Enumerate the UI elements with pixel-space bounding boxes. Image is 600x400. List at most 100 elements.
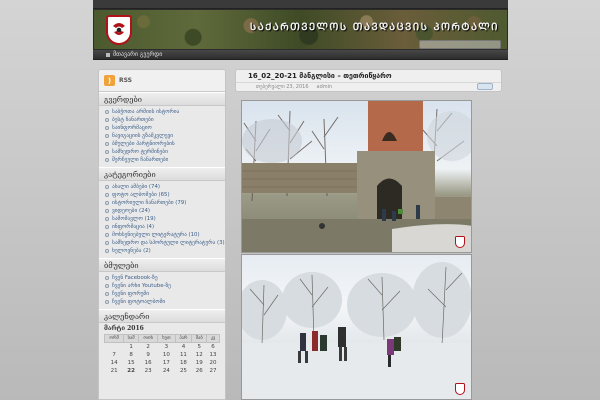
weekday-label: სამ: [123, 334, 139, 343]
calendar-day[interactable]: 22: [124, 367, 139, 375]
watermark-logo-icon: [455, 383, 465, 395]
pages-list: საბჭოთა არმიის ისტორია ბესტ ჩანართები სა…: [99, 106, 225, 167]
shield-logo-icon[interactable]: [106, 15, 132, 45]
menu-item-home[interactable]: მთავარი გვერდი: [106, 51, 162, 58]
calendar-day[interactable]: 2: [139, 343, 158, 351]
calendar-day[interactable]: 11: [175, 351, 192, 359]
calendar-week-row: 21 22 23 24 25 26 27: [105, 367, 220, 375]
list-item[interactable]: საბჭოთა არმიის ისტორია: [105, 108, 225, 116]
calendar-week-row: 7 8 9 10 11 12 13: [105, 351, 220, 359]
list-item[interactable]: ჩვენი არხი Youtube-ზე: [105, 282, 225, 290]
bullet-icon: [105, 292, 109, 296]
calendar-day[interactable]: 14: [105, 359, 124, 367]
links-list: ჩვენ Facebook-ზე ჩვენი არხი Youtube-ზე ჩ…: [99, 272, 225, 309]
bullet-icon: [105, 300, 109, 304]
calendar-week-row: 14 15 16 17 18 19 20: [105, 359, 220, 367]
calendar-day[interactable]: 7: [105, 351, 124, 359]
list-item[interactable]: სამხედრო და სპორტული ლიტერატურა (3): [105, 239, 225, 247]
calendar-day[interactable]: 15: [124, 359, 139, 367]
list-item[interactable]: მოხსენიებული ლიტერატურა (10): [105, 231, 225, 239]
list-item[interactable]: ბესტ ჩანართები: [105, 116, 225, 124]
weekday-label: ორშ: [103, 334, 125, 343]
list-item[interactable]: ჩვენი ფოტოალბომი: [105, 298, 225, 306]
weekday-label: ხუთ: [157, 334, 176, 343]
list-item[interactable]: შერჩეული ჩანართები: [105, 156, 225, 164]
calendar-day[interactable]: 5: [192, 343, 207, 351]
list-item[interactable]: ხელოვნება (2): [105, 247, 225, 255]
bullet-icon: [105, 233, 109, 237]
bullet-icon: [105, 185, 109, 189]
bullet-icon: [105, 158, 109, 162]
list-item[interactable]: ჩვენი ფორუმი: [105, 290, 225, 298]
calendar-day[interactable]: 8: [124, 351, 139, 359]
weekday-label: კვ: [206, 334, 220, 343]
bullet-icon: [105, 241, 109, 245]
list-item[interactable]: ახალი ამბები (74): [105, 183, 225, 191]
calendar-day[interactable]: 12: [192, 351, 207, 359]
calendar-day[interactable]: 23: [139, 367, 158, 375]
categories-widget-title: კატეგორიები: [99, 167, 225, 181]
calendar-day[interactable]: 3: [158, 343, 175, 351]
comment-bubble-icon[interactable]: [477, 83, 493, 90]
categories-list: ახალი ამბები (74) ფოტო ალბომები (65) ისტ…: [99, 181, 225, 258]
bullet-icon: [105, 126, 109, 130]
list-item[interactable]: ჩვენ Facebook-ზე: [105, 274, 225, 282]
list-item[interactable]: ნავიგაციის გზამკვლევი: [105, 132, 225, 140]
search-input[interactable]: [419, 40, 501, 49]
pages-widget-title: გვერდები: [99, 92, 225, 106]
calendar-day[interactable]: 19: [192, 359, 207, 367]
bullet-icon: [105, 276, 109, 280]
calendar-day[interactable]: 4: [175, 343, 192, 351]
bullet-icon: [105, 134, 109, 138]
calendar: მარტი 2016 ორშ სამ ოთხ ხუთ პარ შაბ კვ 12…: [99, 323, 225, 377]
rss-link[interactable]: ) RSS: [99, 70, 225, 92]
list-item[interactable]: ისტორიული ჩანართები (79): [105, 199, 225, 207]
calendar-day[interactable]: 27: [207, 367, 220, 375]
calendar-day[interactable]: 6: [207, 343, 220, 351]
post-date: თებერვალი 23, 2016: [256, 84, 309, 90]
watermark-logo-icon: [455, 236, 465, 248]
post-title[interactable]: 16_02_20-21 მანგლისი – თეთრიწყარო: [248, 72, 392, 80]
sidebar: ) RSS გვერდები საბჭოთა არმიის ისტორია ბე…: [98, 69, 226, 400]
calendar-body: 1 2 3 4 5 6 7 8 9 10 11 12 13 14 15 16 17 18 19 20 21 22 23 24 2…: [105, 343, 220, 375]
bullet-icon: [105, 209, 109, 213]
bullet-icon: [105, 225, 109, 229]
calendar-day[interactable]: 16: [139, 359, 158, 367]
rss-label: RSS: [119, 77, 132, 84]
calendar-week-row: 123456: [105, 343, 220, 351]
list-item[interactable]: ბმულები პარტნიორების: [105, 140, 225, 148]
calendar-day[interactable]: 13: [207, 351, 220, 359]
calendar-day[interactable]: 18: [175, 359, 192, 367]
post-meta: თებერვალი 23, 2016 admin: [236, 82, 501, 91]
calendar-day[interactable]: 26: [192, 367, 207, 375]
list-item[interactable]: ფოტო ალბომები (65): [105, 191, 225, 199]
list-item[interactable]: სამომავლო (19): [105, 215, 225, 223]
calendar-caption: მარტი 2016: [104, 325, 144, 332]
calendar-day: [105, 343, 124, 351]
post-photo-hikers[interactable]: [241, 254, 472, 400]
bullet-icon: [105, 118, 109, 122]
post-photo-church[interactable]: [241, 100, 472, 253]
list-item[interactable]: სამხედრო ტერმინები: [105, 148, 225, 156]
post-author[interactable]: admin: [317, 84, 333, 90]
bullet-icon: [105, 201, 109, 205]
calendar-day[interactable]: 25: [175, 367, 192, 375]
calendar-day[interactable]: 21: [105, 367, 124, 375]
site-banner: ᲡᲐᲥᲐᲠᲗᲕᲔᲚᲝᲡ ᲗᲐᲕᲓᲐᲪᲕᲘᲡ ᲞᲝᲠᲢᲐᲚᲘ: [93, 9, 508, 50]
links-widget-title: ბმულები: [99, 258, 225, 272]
calendar-day[interactable]: 10: [158, 351, 175, 359]
bullet-icon: [105, 150, 109, 154]
rss-icon: ): [104, 75, 115, 86]
bullet-icon: [105, 110, 109, 114]
calendar-day[interactable]: 24: [158, 367, 175, 375]
weekday-label: პარ: [174, 334, 193, 343]
menu-home-label: მთავარი გვერდი: [113, 51, 163, 58]
list-item[interactable]: ინფორმაცია (4): [105, 223, 225, 231]
site-title[interactable]: ᲡᲐᲥᲐᲠᲗᲕᲔᲚᲝᲡ ᲗᲐᲕᲓᲐᲪᲕᲘᲡ ᲞᲝᲠᲢᲐᲚᲘ: [250, 19, 499, 33]
calendar-day[interactable]: 20: [207, 359, 220, 367]
list-item[interactable]: ვიდეოები (24): [105, 207, 225, 215]
calendar-day[interactable]: 1: [124, 343, 139, 351]
calendar-day[interactable]: 9: [139, 351, 158, 359]
calendar-day[interactable]: 17: [158, 359, 175, 367]
list-item[interactable]: საინფორმაციო: [105, 124, 225, 132]
